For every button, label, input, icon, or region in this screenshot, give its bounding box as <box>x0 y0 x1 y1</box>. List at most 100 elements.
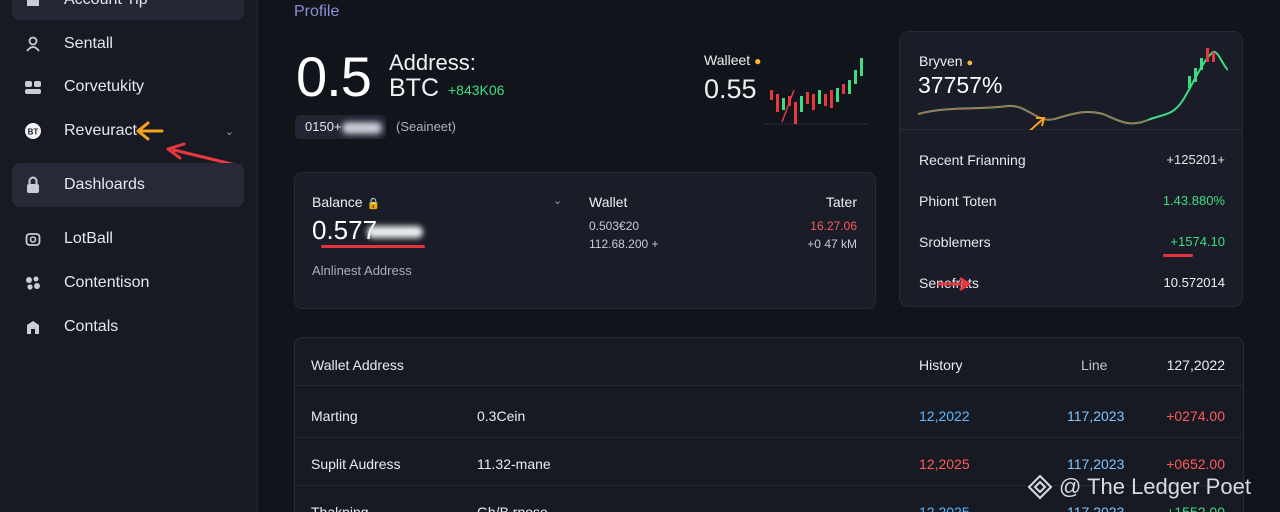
app-window: Account Tip Sentall Corvetukity BT Reveu… <box>0 0 1280 512</box>
table-cell: 12,2022 <box>919 408 970 424</box>
home-icon <box>24 0 42 9</box>
asset-summary-header: Bryven ● 37757% <box>900 32 1242 130</box>
sidebar-item-label: Sentall <box>64 35 113 52</box>
address-subtext: (Seaineet) <box>396 119 456 134</box>
currency-label: BTC <box>389 74 439 102</box>
table-cell: Marting <box>311 408 358 424</box>
highlight-underline <box>321 245 425 248</box>
balance-value: 0.577 <box>312 215 424 246</box>
stat-label: Phiont Toten <box>919 193 997 209</box>
table-cell: 0.3Cein <box>477 408 526 424</box>
stat-value: +1574.10 <box>1170 234 1225 249</box>
chart-candles <box>770 58 863 124</box>
address-chip-text: 0150+ <box>305 119 342 134</box>
wallet-mini-value: 0.55 <box>704 74 757 104</box>
wallet-icon <box>24 230 42 248</box>
stat-value: 1.43.880% <box>1162 193 1225 208</box>
sidebar-item-label: Reveuract <box>64 122 137 139</box>
asset-name: Bryven ● <box>919 53 974 69</box>
balance-big-value: 0.5 <box>296 45 372 108</box>
wallet-label: Wallet <box>589 194 628 210</box>
stat-label: Sroblemers <box>919 234 991 250</box>
column-header[interactable]: Line <box>1081 357 1107 373</box>
sidebar-item-label: Dashloards <box>64 176 145 193</box>
watermark-text: @ The Ledger Poet <box>1059 474 1251 499</box>
bitcoin-icon: BT <box>24 122 42 140</box>
stat-label: Recent Frianning <box>919 152 1026 168</box>
table-row[interactable]: Marting 0.3Cein 12,2022 117,2023 +0274.0… <box>295 390 1243 438</box>
table-cell: +0652.00 <box>1166 456 1225 472</box>
tater-value-2: +0 47 kM <box>807 237 857 251</box>
tater-value-1: 16.27.06 <box>810 219 857 233</box>
tater-label: Tater <box>825 194 857 210</box>
lock-icon: 🔒 <box>366 198 381 210</box>
wallet-mini-label: Walleet ● <box>704 52 762 68</box>
sidebar-item-lotball[interactable]: LotBall <box>12 219 244 259</box>
table-cell: 117,2023 <box>1067 408 1125 424</box>
asset-value: 37757% <box>918 72 1003 98</box>
wallet-value-2: 112.68.200 + <box>589 237 659 251</box>
change-value: +843K06 <box>448 82 505 98</box>
table-cell: 11.32-mane <box>477 456 551 472</box>
table-cell: 12,2025 <box>919 456 970 472</box>
stat-value: +125201+ <box>1166 152 1225 167</box>
watermark: @ The Ledger Poet <box>1027 474 1251 500</box>
stat-row: Phiont Toten 1.43.880% <box>919 193 1225 223</box>
page-title: Profile <box>294 3 340 20</box>
balance-label: Balance 🔒 <box>312 194 381 210</box>
sidebar-item-label: Account Tip <box>64 0 148 9</box>
table-cell: Gh/B rnose <box>477 504 548 512</box>
building-icon <box>24 318 42 336</box>
address-chip[interactable]: 0150+ <box>295 115 386 139</box>
sidebar-item-corvetukity[interactable]: Corvetukity <box>12 67 244 107</box>
sidebar-item-label: Contals <box>64 318 119 335</box>
main-content: Profile 0.5 Address: BTC +843K06 0150+ (… <box>258 0 1280 512</box>
column-header[interactable]: History <box>919 357 963 373</box>
highlight-underline <box>1163 254 1193 257</box>
svg-text:BT: BT <box>28 128 39 137</box>
wallet-mini-widget[interactable]: Walleet ● 0.55 <box>704 44 868 128</box>
sidebar-item-label: LotBall <box>64 230 113 247</box>
sidebar-item-label: Contentison <box>64 274 150 291</box>
stat-value: 10.572014 <box>1163 275 1225 290</box>
orange-arrow-icon <box>136 121 164 141</box>
chevron-down-icon[interactable]: ⌄ <box>225 125 234 138</box>
user-icon <box>24 35 42 53</box>
sidebar-item-dashloards[interactable]: Dashloards <box>12 163 244 207</box>
balance-subtext: Alnlinest Address <box>312 263 412 278</box>
sidebar-item-account-tip[interactable]: Account Tip <box>12 0 244 20</box>
lock-icon <box>24 176 42 194</box>
wallet-value-1: 0.503€20 <box>589 219 640 233</box>
column-header[interactable]: 127,2022 <box>1167 357 1225 373</box>
stat-row: Senefrats 10.572014 <box>919 275 1225 305</box>
diamond-logo-icon <box>1027 474 1053 500</box>
table-cell: Suplit Audress <box>311 456 401 472</box>
address-label: Address: <box>389 50 476 75</box>
redacted-text <box>341 121 382 134</box>
table-cell: 117,2023 <box>1067 456 1125 472</box>
redacted-text <box>367 226 424 239</box>
column-header[interactable]: Wallet Address <box>311 357 404 373</box>
candlestick-chart <box>764 58 868 125</box>
sidebar-item-contals[interactable]: Contals <box>12 307 244 347</box>
table-cell: 117,2023 <box>1067 504 1125 512</box>
chevron-down-icon[interactable]: ⌄ <box>553 194 562 207</box>
table-cell: Thakning <box>311 504 369 512</box>
table-cell: +1552.00 <box>1166 504 1225 512</box>
table-cell: 12,2025 <box>919 504 970 512</box>
sidebar-item-contentison[interactable]: Contentison <box>12 263 244 303</box>
stat-row: Recent Frianning +125201+ <box>919 152 1225 182</box>
asset-summary-card[interactable]: Bryven ● 37757% Recent Frianning +125201… <box>899 31 1243 307</box>
table-cell: +0274.00 <box>1166 408 1225 424</box>
stat-row: Sroblemers +1574.10 <box>919 234 1225 264</box>
coin-icon: ● <box>754 54 762 68</box>
sidebar-item-sentall[interactable]: Sentall <box>12 24 244 64</box>
table-header-row: Wallet Address History Line 127,2022 <box>295 338 1243 386</box>
balance-card[interactable]: Balance 🔒 0.577 Alnlinest Address ⌄ Wall… <box>294 172 876 309</box>
red-arrow-icon <box>937 277 971 291</box>
sidebar-item-label: Corvetukity <box>64 78 145 95</box>
cluster-icon <box>24 274 42 292</box>
people-icon <box>24 78 42 96</box>
sidebar: Account Tip Sentall Corvetukity BT Reveu… <box>0 0 258 512</box>
coin-icon: ● <box>966 57 974 69</box>
